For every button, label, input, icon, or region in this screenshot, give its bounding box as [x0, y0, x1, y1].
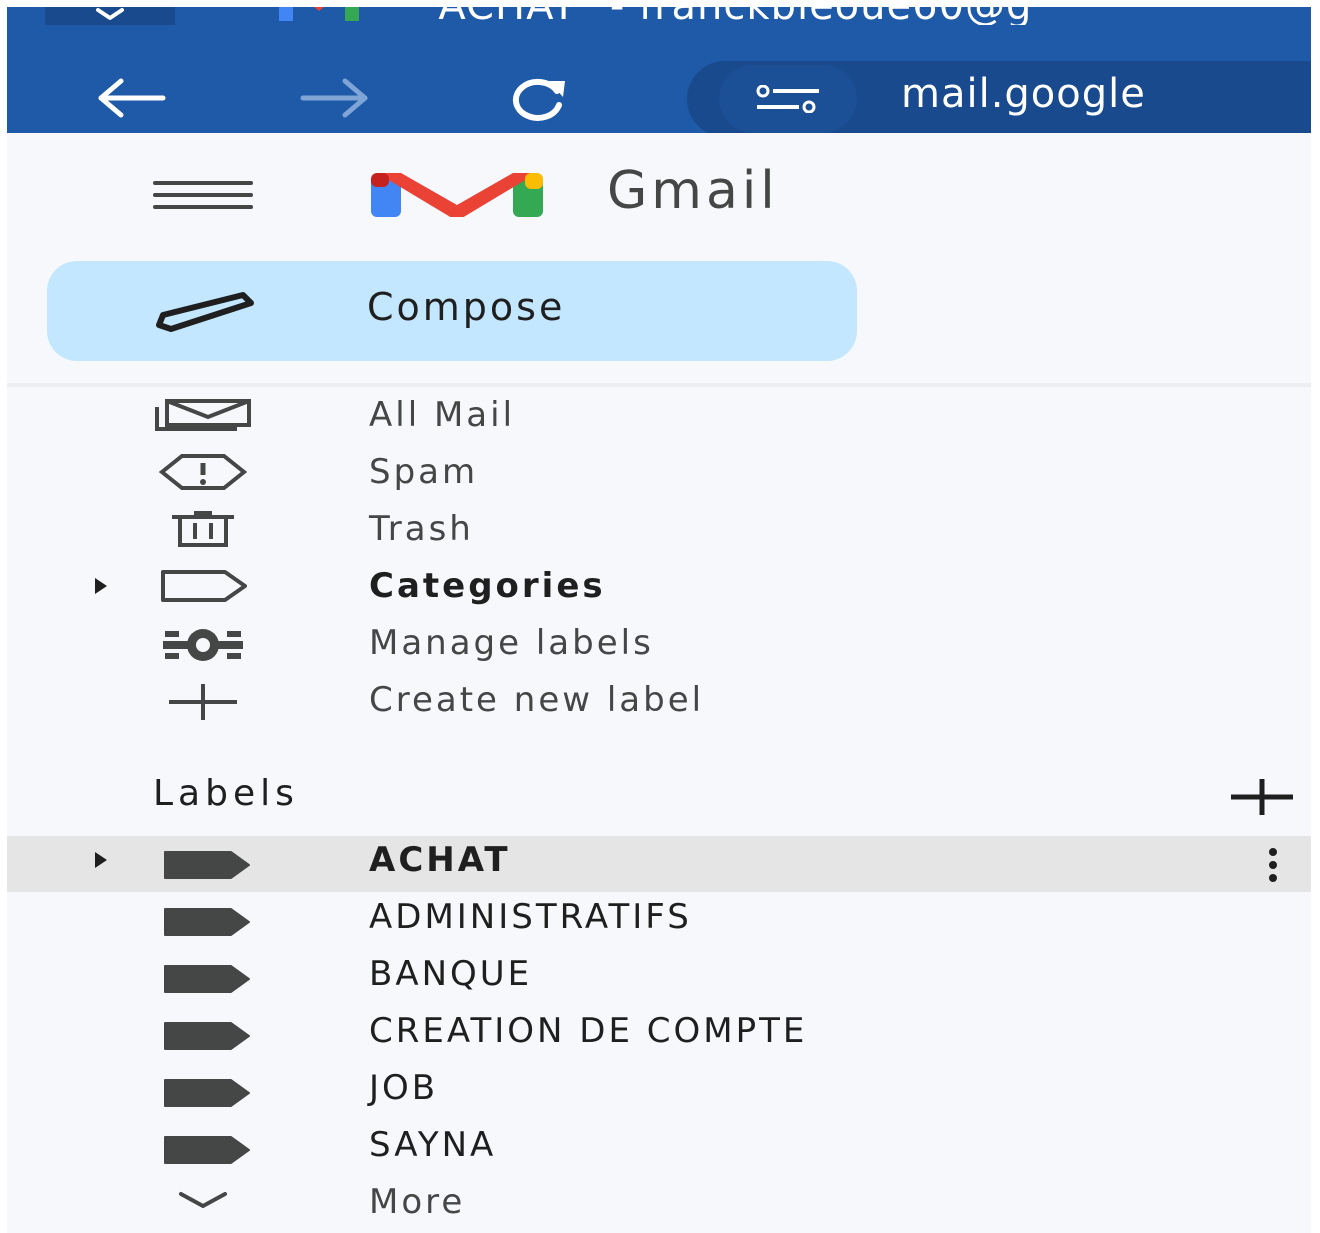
plus-icon: [169, 684, 237, 720]
plus-icon: [1231, 779, 1293, 815]
nav-item-spam[interactable]: Spam: [7, 448, 1311, 504]
browser-toolbar: mail.google: [7, 25, 1311, 133]
label-item-name: BANQUE: [369, 954, 533, 994]
label-item-banque[interactable]: BANQUE: [7, 950, 1311, 1006]
all-mail-icon: [155, 399, 251, 431]
label-item-achat[interactable]: ACHAT: [7, 836, 1311, 892]
gmail-favicon-icon: [279, 7, 359, 21]
nav-item-label: All Mail: [369, 395, 516, 435]
pencil-icon: [156, 292, 254, 332]
chevron-down-icon: [96, 8, 124, 20]
forward-button[interactable]: [295, 73, 375, 123]
label-icon: [164, 1022, 250, 1050]
label-item-name: ADMINISTRATIFS: [369, 897, 692, 937]
nav-item-all-mail[interactable]: All Mail: [7, 391, 1311, 447]
more-vert-icon: [1269, 848, 1277, 856]
main-menu-button[interactable]: [147, 177, 257, 213]
tab-title[interactable]: "ACHAT" - franckbleoue60@g: [419, 7, 1032, 25]
labels-heading: Labels: [153, 773, 299, 814]
reload-button[interactable]: [499, 73, 579, 123]
label-outline-icon: [161, 570, 247, 602]
label-icon: [164, 965, 250, 993]
label-item-name: SAYNA: [369, 1125, 497, 1165]
compose-label: Compose: [367, 285, 566, 329]
compose-button[interactable]: Compose: [47, 261, 857, 361]
label-item-name: JOB: [369, 1068, 439, 1108]
add-label-button[interactable]: [1227, 777, 1297, 817]
chevron-down-icon: [179, 1192, 227, 1208]
expand-arrow-icon[interactable]: [95, 852, 107, 868]
label-item-administratifs[interactable]: ADMINISTRATIFS: [7, 893, 1311, 949]
label-item-sayna[interactable]: SAYNA: [7, 1121, 1311, 1177]
label-item-name: CREATION DE COMPTE: [369, 1011, 808, 1051]
address-bar[interactable]: mail.google: [687, 61, 1311, 133]
nav-item-categories[interactable]: Categories: [7, 562, 1311, 618]
label-item-name: ACHAT: [369, 840, 511, 880]
gmail-wordmark[interactable]: Gmail: [607, 161, 779, 221]
label-item-creation-de-compte[interactable]: CREATION DE COMPTE: [7, 1007, 1311, 1063]
label-item-job[interactable]: JOB: [7, 1064, 1311, 1120]
url-text[interactable]: mail.google: [901, 71, 1146, 117]
app-window: "ACHAT" - franckbleoue60@g: [7, 7, 1311, 1233]
more-labels-button[interactable]: More: [7, 1178, 1311, 1233]
expand-arrow-icon[interactable]: [95, 578, 107, 594]
spam-icon: [158, 454, 248, 490]
label-icon: [164, 851, 250, 879]
gmail-logo-icon[interactable]: [367, 169, 547, 217]
site-info-button[interactable]: [719, 65, 857, 133]
tune-icon: [756, 85, 819, 113]
nav-item-create-label[interactable]: Create new label: [7, 676, 1311, 732]
label-icon: [164, 1079, 250, 1107]
nav-item-trash[interactable]: Trash: [7, 505, 1311, 561]
browser-tab-strip: "ACHAT" - franckbleoue60@g: [7, 7, 1311, 25]
arrow-right-icon: [300, 78, 368, 118]
label-icon: [164, 1136, 250, 1164]
tab-search-button[interactable]: [45, 7, 175, 25]
menu-icon: [153, 181, 253, 185]
arrow-left-icon: [98, 78, 166, 118]
nav-item-label: Manage labels: [369, 623, 654, 663]
gmail-header: Gmail: [7, 133, 1311, 253]
label-options-button[interactable]: [1259, 846, 1287, 884]
nav-item-label: Create new label: [369, 680, 705, 720]
nav-item-label: Trash: [369, 509, 474, 549]
nav-item-label: Spam: [369, 452, 479, 492]
label-icon: [164, 908, 250, 936]
trash-icon: [172, 511, 234, 547]
reload-icon: [512, 78, 565, 121]
nav-item-manage-labels[interactable]: Manage labels: [7, 619, 1311, 675]
divider: [7, 383, 1311, 387]
gear-icon: [163, 629, 243, 661]
back-button[interactable]: [91, 73, 171, 123]
more-label: More: [369, 1182, 466, 1222]
nav-item-label: Categories: [369, 566, 606, 606]
